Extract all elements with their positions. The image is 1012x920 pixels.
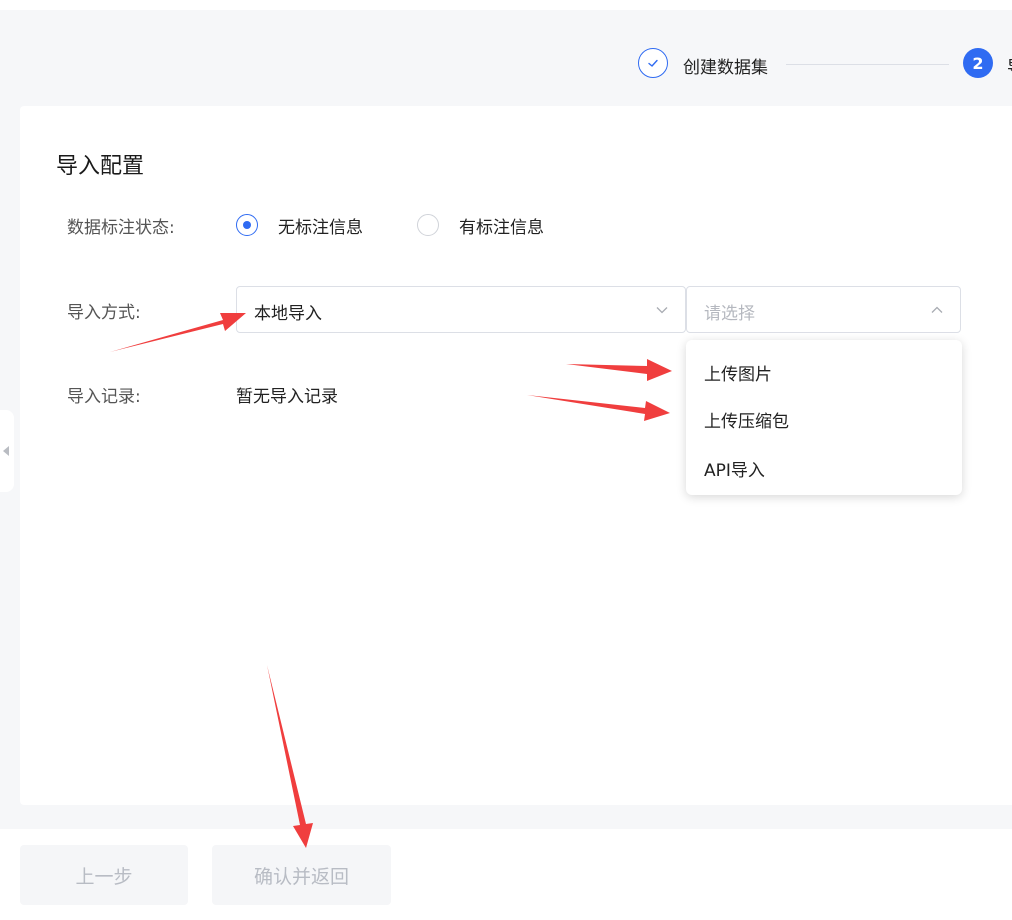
import-record-label: 导入记录: (67, 387, 141, 407)
radio-checked-icon (236, 214, 258, 236)
import-source-dropdown: 上传图片 上传压缩包 API导入 (686, 340, 962, 495)
dropdown-item-upload-image[interactable]: 上传图片 (704, 360, 772, 385)
import-method-select[interactable]: 本地导入 (236, 286, 686, 333)
section-title: 导入配置 (56, 154, 145, 179)
import-method-label: 导入方式: (67, 303, 141, 323)
radio-has-annotation-label: 有标注信息 (459, 217, 544, 238)
radio-no-annotation[interactable]: 无标注信息 (236, 212, 363, 238)
caret-left-icon (3, 446, 9, 456)
import-method-value: 本地导入 (254, 304, 322, 324)
import-source-placeholder: 请选择 (704, 304, 755, 324)
import-record-value: 暂无导入记录 (236, 387, 338, 407)
dropdown-item-api-import[interactable]: API导入 (704, 456, 765, 481)
sidebar-collapse-handle[interactable] (0, 410, 14, 492)
radio-unchecked-icon (417, 214, 439, 236)
dropdown-item-upload-archive[interactable]: 上传压缩包 (704, 407, 789, 432)
step-2-indicator: 2 (963, 48, 993, 78)
step-2-label: 导 (1007, 53, 1012, 78)
footer-bar: 上一步 确认并返回 (0, 829, 1012, 920)
chevron-up-icon (931, 306, 943, 313)
radio-no-annotation-label: 无标注信息 (278, 217, 363, 238)
top-strip (0, 0, 1012, 10)
previous-step-button[interactable]: 上一步 (20, 845, 188, 905)
check-icon (648, 59, 658, 67)
import-source-select[interactable]: 请选择 (686, 286, 961, 333)
annotation-status-label: 数据标注状态: (67, 218, 175, 238)
step-1-done-indicator (638, 48, 668, 78)
chevron-down-icon (656, 307, 668, 314)
radio-has-annotation[interactable]: 有标注信息 (417, 212, 544, 238)
confirm-and-return-button[interactable]: 确认并返回 (212, 845, 391, 905)
step-1-label: 创建数据集 (683, 58, 768, 78)
step-connector (786, 64, 949, 65)
